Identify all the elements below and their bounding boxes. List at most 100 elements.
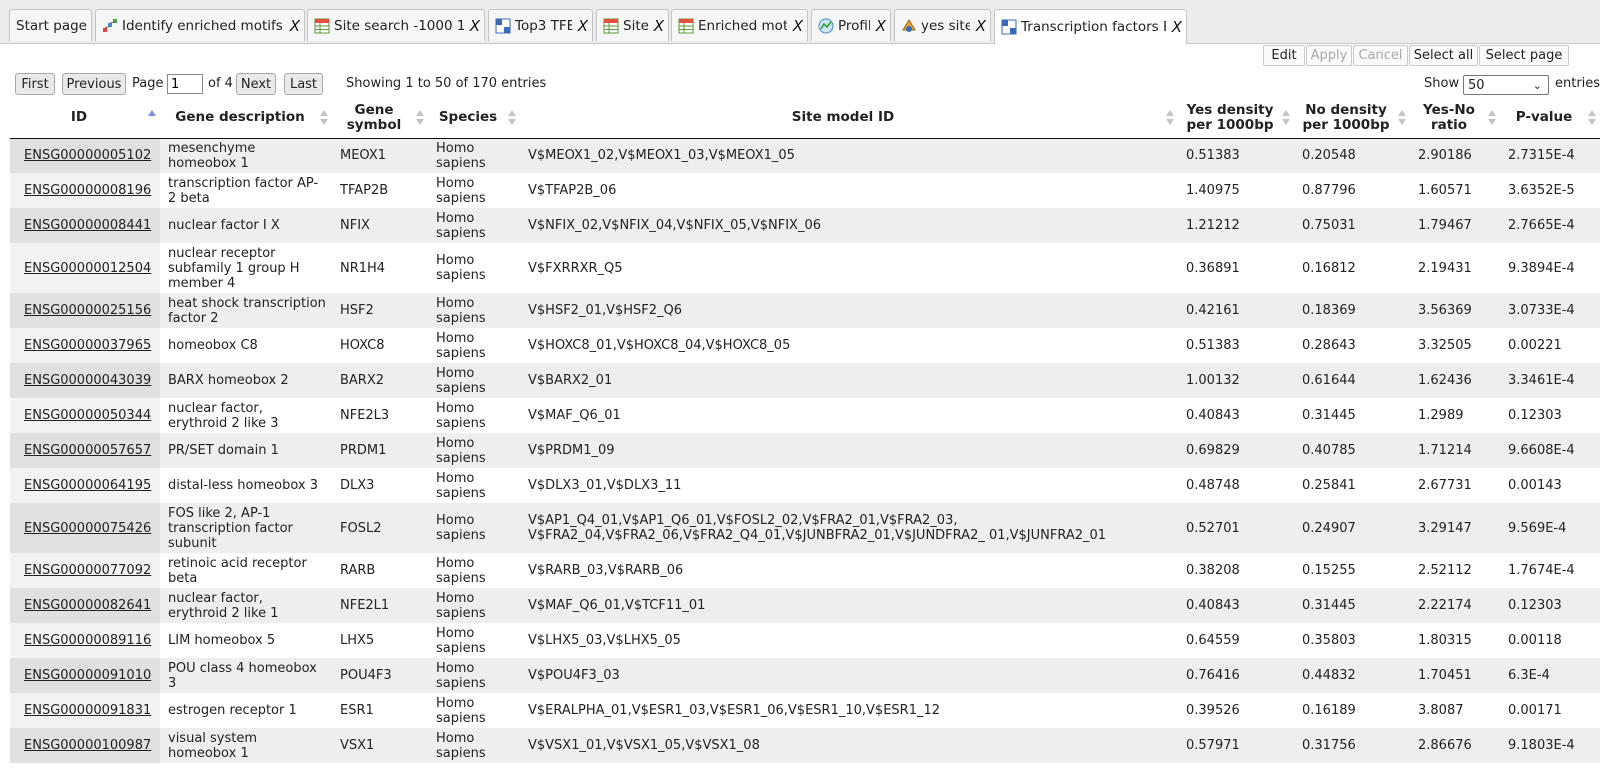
table-row[interactable]: ENSG00000050344 nuclear factor, erythroid…: [10, 398, 1600, 433]
gene-description-cell: LIM homeobox 5: [160, 623, 332, 658]
p-value-cell: 1.7674E-4: [1500, 553, 1600, 588]
close-icon[interactable]: X: [876, 17, 886, 35]
no-density-cell: 0.15255: [1294, 553, 1410, 588]
gene-id-link[interactable]: ENSG00000008196: [24, 183, 151, 198]
cancel-button[interactable]: Cancel: [1353, 45, 1408, 66]
gene-id-cell: ENSG00000005102: [10, 138, 160, 173]
gene-symbol-cell: NFE2L1: [332, 588, 428, 623]
previous-page-button[interactable]: Previous: [62, 73, 126, 95]
apply-button[interactable]: Apply: [1306, 45, 1352, 66]
close-icon[interactable]: X: [976, 17, 986, 35]
tab-profile[interactable]: Profile X: [811, 9, 891, 41]
tab-yes-sites[interactable]: yes sites X: [894, 9, 991, 41]
no-density-cell: 0.16189: [1294, 693, 1410, 728]
yes-density-cell: 1.00132: [1178, 363, 1294, 398]
no-density-cell: 0.25841: [1294, 468, 1410, 503]
table-row[interactable]: ENSG00000064195 distal-less homeobox 3 DLX…: [10, 468, 1600, 503]
gene-symbol-cell: TFAP2B: [332, 173, 428, 208]
gene-description-cell: nuclear factor I X: [160, 208, 332, 243]
table-row[interactable]: ENSG00000082641 nuclear factor, erythroid…: [10, 588, 1600, 623]
table-row[interactable]: ENSG00000057657 PR/SET domain 1 PRDM1 Homo …: [10, 433, 1600, 468]
select-all-button[interactable]: Select all: [1409, 45, 1478, 66]
table-row[interactable]: ENSG00000025156 heat shock transcription …: [10, 293, 1600, 328]
close-icon[interactable]: X: [290, 17, 300, 35]
tab-sites[interactable]: Sites X: [596, 9, 669, 41]
gene-id-link[interactable]: ENSG00000077092: [24, 563, 151, 578]
gene-id-link[interactable]: ENSG00000005102: [24, 148, 151, 163]
table-row[interactable]: ENSG00000077092 retinoic acid receptor be…: [10, 553, 1600, 588]
yes-no-ratio-cell: 1.62436: [1410, 363, 1500, 398]
column-header-gene-symbol[interactable]: Gene symbol: [332, 98, 428, 139]
close-icon[interactable]: X: [1172, 18, 1182, 36]
tab-enriched-motifs[interactable]: Enriched motifs X: [671, 9, 808, 41]
close-icon[interactable]: X: [470, 17, 480, 35]
yes-density-cell: 0.51383: [1178, 138, 1294, 173]
page-number-input[interactable]: [167, 74, 203, 94]
table-row[interactable]: ENSG00000008196 transcription factor AP-2…: [10, 173, 1600, 208]
table-row[interactable]: ENSG00000043039 BARX homeobox 2 BARX2 Homo …: [10, 363, 1600, 398]
column-header-yes-density[interactable]: Yes density per 1000bp: [1178, 98, 1294, 139]
gene-id-link[interactable]: ENSG00000064195: [24, 478, 151, 493]
gene-id-link[interactable]: ENSG00000082641: [24, 598, 151, 613]
gene-id-link[interactable]: ENSG00000043039: [24, 373, 151, 388]
table-row[interactable]: ENSG00000075426 FOS like 2, AP-1 transcri…: [10, 503, 1600, 553]
close-icon[interactable]: X: [578, 17, 588, 35]
gene-id-link[interactable]: ENSG00000037965: [24, 338, 151, 353]
gene-id-link[interactable]: ENSG00000012504: [24, 261, 151, 276]
table-row[interactable]: ENSG00000091831 estrogen receptor 1 ESR1 Ho…: [10, 693, 1600, 728]
gene-id-link[interactable]: ENSG00000025156: [24, 303, 151, 318]
column-header-no-density[interactable]: No density per 1000bp: [1294, 98, 1410, 139]
yes-no-ratio-cell: 2.67731: [1410, 468, 1500, 503]
gene-description-cell: distal-less homeobox 3: [160, 468, 332, 503]
site-model-id-cell: V$AP1_Q4_01,V$AP1_Q6_01,V$FOSL2_02,V$FRA…: [520, 503, 1178, 553]
table-row[interactable]: ENSG00000008441 nuclear factor I X NFIX Hom…: [10, 208, 1600, 243]
edit-button[interactable]: Edit: [1263, 45, 1305, 66]
tab-site-search[interactable]: Site search -1000 100 X: [307, 9, 485, 41]
tab-top3-tfbs[interactable]: Top3 TFBS X: [488, 9, 593, 41]
entries-info: Showing 1 to 50 of 170 entries: [346, 76, 547, 91]
column-header-gene-description[interactable]: Gene description: [160, 98, 332, 139]
tab-start-page[interactable]: Start page: [9, 9, 92, 41]
page-size-select[interactable]: 50 ⌄: [1463, 75, 1549, 95]
gene-id-link[interactable]: ENSG00000100987: [24, 738, 151, 753]
table-row[interactable]: ENSG00000037965 homeobox C8 HOXC8 Homo sapi…: [10, 328, 1600, 363]
chevron-down-icon: ⌄: [1532, 79, 1542, 92]
column-header-id[interactable]: ID: [10, 98, 160, 139]
gene-id-link[interactable]: ENSG00000075426: [24, 521, 151, 536]
column-header-site-model-id[interactable]: Site model ID: [520, 98, 1178, 139]
gene-id-link[interactable]: ENSG00000091831: [24, 703, 151, 718]
next-page-button[interactable]: Next: [236, 73, 276, 95]
sort-icon: [320, 110, 328, 126]
tab-label: Top3 TFBS: [515, 17, 572, 34]
gene-id-cell: ENSG00000091831: [10, 693, 160, 728]
gene-id-link[interactable]: ENSG00000008441: [24, 218, 151, 233]
p-value-cell: 3.3461E-4: [1500, 363, 1600, 398]
table-icon: [314, 18, 330, 33]
gene-id-link[interactable]: ENSG00000089116: [24, 633, 151, 648]
gene-id-link[interactable]: ENSG00000091010: [24, 668, 151, 683]
p-value-cell: 9.569E-4: [1500, 503, 1600, 553]
column-header-species[interactable]: Species: [428, 98, 520, 139]
table-row[interactable]: ENSG00000012504 nuclear receptor subfamil…: [10, 243, 1600, 293]
table-row[interactable]: ENSG00000089116 LIM homeobox 5 LHX5 Homo sa…: [10, 623, 1600, 658]
first-page-button[interactable]: First: [15, 73, 55, 95]
select-page-button[interactable]: Select page: [1479, 45, 1569, 66]
gene-id-link[interactable]: ENSG00000057657: [24, 443, 151, 458]
column-header-yes-no-ratio[interactable]: Yes-No ratio: [1410, 98, 1500, 139]
table-row[interactable]: ENSG00000005102 mesenchyme homeobox 1 MEOX…: [10, 138, 1600, 173]
no-density-cell: 0.31445: [1294, 398, 1410, 433]
tab-label: yes sites: [921, 17, 970, 34]
last-page-button[interactable]: Last: [284, 73, 323, 95]
species-cell: Homo sapiens: [428, 588, 520, 623]
tab-identify-enriched-motifs[interactable]: Identify enriched motifs ... X: [95, 9, 305, 41]
p-value-cell: 2.7315E-4: [1500, 138, 1600, 173]
tab-transcription-factors[interactable]: Transcription factors En... X: [994, 9, 1187, 44]
close-icon[interactable]: X: [654, 17, 664, 35]
species-cell: Homo sapiens: [428, 328, 520, 363]
gene-id-link[interactable]: ENSG00000050344: [24, 408, 151, 423]
table-row[interactable]: ENSG00000091010 POU class 4 homeobox 3 POU…: [10, 658, 1600, 693]
table-row[interactable]: ENSG00000100987 visual system homeobox 1V…: [10, 728, 1600, 763]
close-icon[interactable]: X: [793, 17, 803, 35]
column-header-p-value[interactable]: P-value: [1500, 98, 1600, 139]
species-cell: Homo sapiens: [428, 293, 520, 328]
